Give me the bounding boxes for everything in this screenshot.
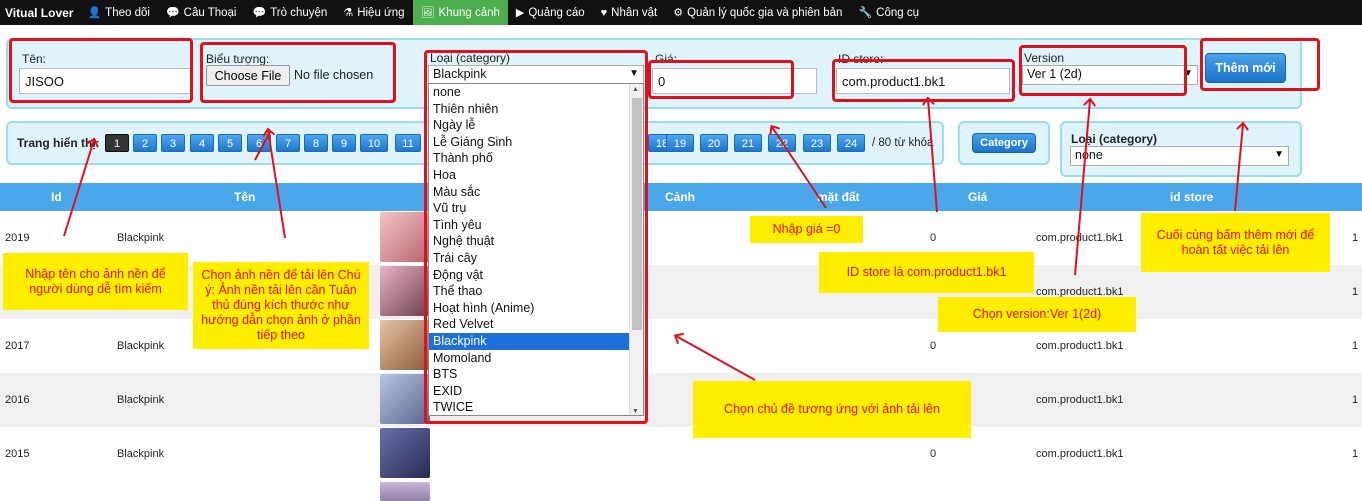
arrow-category	[676, 336, 756, 381]
arrow-price	[772, 127, 827, 209]
arrow-version	[1074, 100, 1090, 276]
arrow-add	[1234, 124, 1243, 212]
arrow-store	[928, 99, 938, 213]
note-price: Nhập giá =0	[750, 216, 863, 243]
note-version: Chọn version:Ver 1(2d)	[938, 297, 1136, 332]
note-add: Cuối cùng bấm thêm mới để hoàn tất việc …	[1141, 213, 1330, 272]
note-name: Nhập tên cho ảnh nền để người dùng dễ tì…	[3, 253, 188, 310]
arrow-icon	[268, 130, 286, 239]
arrow-name	[63, 140, 94, 237]
arrow-pager	[254, 131, 271, 161]
note-store: ID store là com.product1.bk1	[819, 252, 1034, 293]
note-category: Chọn chủ đề tương ứng với ảnh tải lên	[693, 381, 971, 438]
note-icon: Chọn ảnh nền để tải lên Chú ý: Ảnh nền t…	[193, 262, 369, 349]
